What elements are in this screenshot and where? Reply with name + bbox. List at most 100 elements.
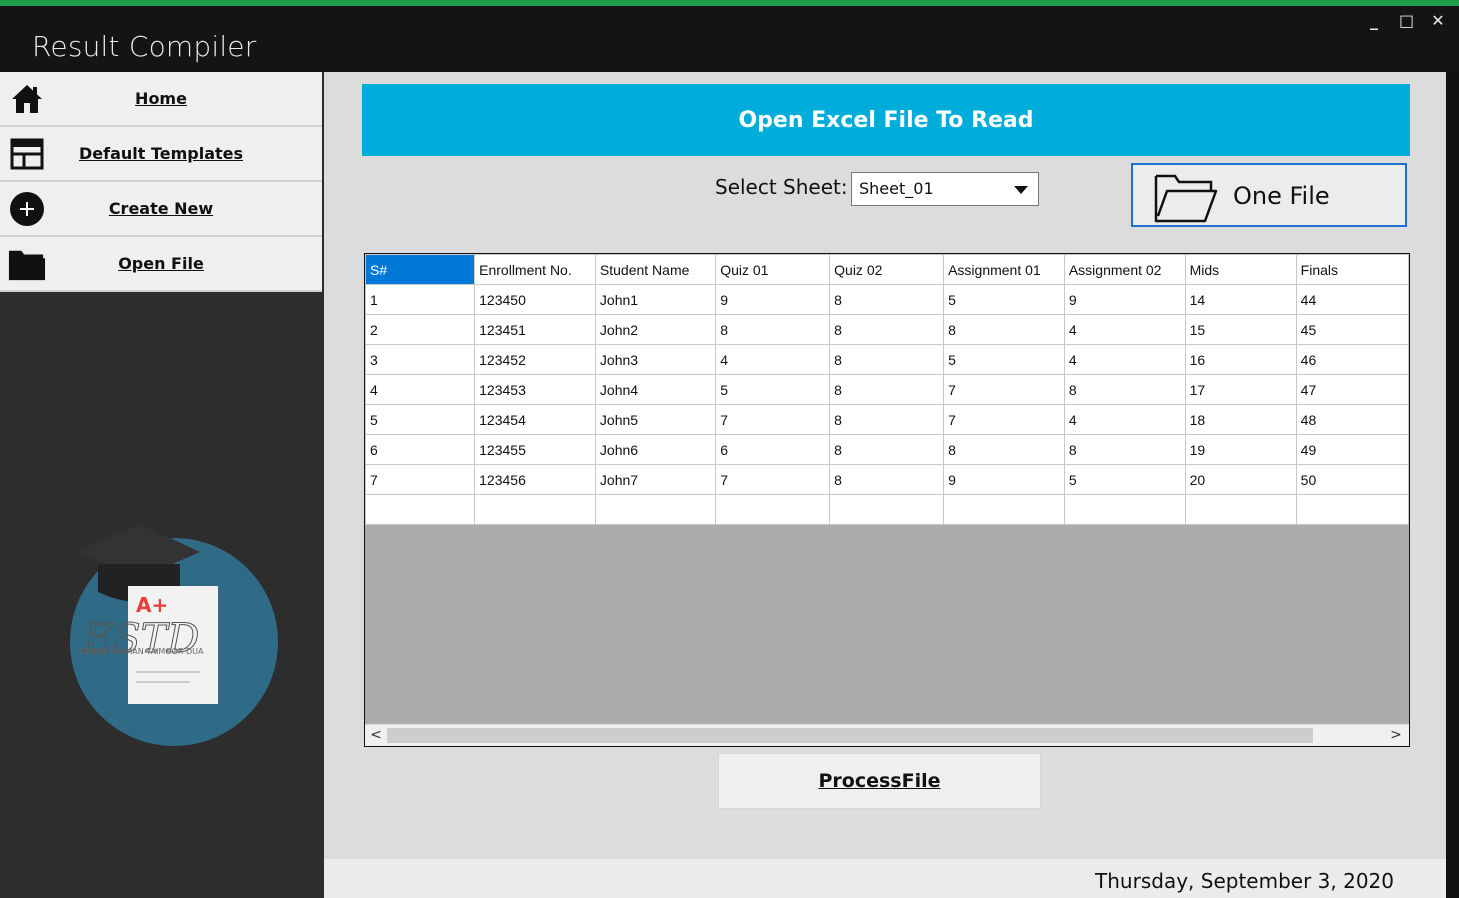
table-cell[interactable]: 17	[1184, 374, 1297, 405]
table-cell[interactable]: 7	[943, 404, 1065, 435]
table-cell[interactable]	[474, 494, 596, 525]
minimize-button[interactable]: _	[1367, 11, 1381, 30]
table-cell[interactable]: 16	[1184, 344, 1297, 375]
table-cell[interactable]	[715, 494, 831, 525]
table-cell[interactable]: 7	[943, 374, 1065, 405]
table-cell[interactable]: 50	[1295, 464, 1409, 495]
column-header[interactable]: Assignment 02	[1063, 254, 1186, 285]
table-cell[interactable]: 4	[715, 344, 831, 375]
one-file-button[interactable]: One File	[1131, 163, 1407, 227]
table-cell[interactable]: 46	[1295, 344, 1409, 375]
table-cell[interactable]: 7	[715, 464, 831, 495]
table-cell[interactable]: 9	[1063, 284, 1186, 315]
table-cell[interactable]: 9	[715, 284, 831, 315]
table-row[interactable]: 6 123455 John6 6 8 8 8 19 49	[365, 434, 1409, 465]
scroll-left-button[interactable]: <	[367, 727, 385, 744]
sidebar-item-create-new[interactable]: Create New	[0, 182, 322, 237]
table-row[interactable]: 5 123454 John5 7 8 7 4 18 48	[365, 404, 1409, 435]
table-cell[interactable]	[1184, 494, 1297, 525]
data-grid[interactable]: S# Enrollment No. Student Name Quiz 01 Q…	[364, 253, 1410, 747]
table-row[interactable]: 1 123450 John1 9 8 5 9 14 44	[365, 284, 1409, 315]
column-header[interactable]: Quiz 01	[715, 254, 831, 285]
table-cell[interactable]: 5	[943, 344, 1065, 375]
table-cell[interactable]	[365, 494, 476, 525]
new-row[interactable]	[365, 494, 1409, 525]
table-cell[interactable]: 8	[829, 404, 945, 435]
table-cell[interactable]: John7	[594, 464, 717, 495]
table-cell[interactable]: 18	[1184, 404, 1297, 435]
table-cell[interactable]: 8	[829, 374, 945, 405]
column-header[interactable]: Mids	[1184, 254, 1297, 285]
open-excel-banner-button[interactable]: Open Excel File To Read	[362, 84, 1410, 156]
table-row[interactable]: 3 123452 John3 4 8 5 4 16 46	[365, 344, 1409, 375]
table-cell[interactable]	[829, 494, 945, 525]
sheet-select-dropdown[interactable]: Sheet_01	[851, 172, 1039, 206]
table-cell[interactable]: 123452	[474, 344, 596, 375]
table-cell[interactable]: 44	[1295, 284, 1409, 315]
table-cell[interactable]: 8	[715, 314, 831, 345]
column-header[interactable]: Finals	[1295, 254, 1409, 285]
table-cell[interactable]: 123450	[474, 284, 596, 315]
table-cell[interactable]: John1	[594, 284, 717, 315]
table-cell[interactable]: 4	[1063, 344, 1186, 375]
scrollbar-thumb[interactable]	[387, 728, 1313, 743]
horizontal-scrollbar[interactable]: < >	[365, 724, 1409, 746]
table-cell[interactable]: John3	[594, 344, 717, 375]
table-cell[interactable]	[594, 494, 717, 525]
sidebar-item-home[interactable]: Home	[0, 72, 322, 127]
table-cell[interactable]: John4	[594, 374, 717, 405]
table-cell[interactable]: 123451	[474, 314, 596, 345]
table-cell[interactable]: John2	[594, 314, 717, 345]
table-cell[interactable]: 123455	[474, 434, 596, 465]
table-cell[interactable]: 48	[1295, 404, 1409, 435]
table-cell[interactable]: 5	[943, 284, 1065, 315]
table-cell[interactable]: 8	[943, 434, 1065, 465]
table-cell[interactable]: John5	[594, 404, 717, 435]
table-cell[interactable]: 4	[1063, 314, 1186, 345]
sidebar-item-open-file[interactable]: Open File	[0, 237, 322, 292]
sidebar-item-default-templates[interactable]: Default Templates	[0, 127, 322, 182]
column-header[interactable]: Quiz 02	[829, 254, 945, 285]
process-file-button[interactable]: ProcessFile	[718, 753, 1041, 809]
table-cell[interactable]: 8	[829, 344, 945, 375]
table-cell[interactable]: 123453	[474, 374, 596, 405]
table-cell[interactable]	[1295, 494, 1409, 525]
table-cell[interactable]: 8	[1063, 374, 1186, 405]
table-cell[interactable]: 45	[1295, 314, 1409, 345]
table-row[interactable]: 2 123451 John2 8 8 8 4 15 45	[365, 314, 1409, 345]
column-header[interactable]: Student Name	[594, 254, 717, 285]
table-cell[interactable]: 20	[1184, 464, 1297, 495]
column-header[interactable]: Assignment 01	[943, 254, 1065, 285]
table-cell[interactable]: 8	[1063, 434, 1186, 465]
table-cell[interactable]: 4	[1063, 404, 1186, 435]
table-cell[interactable]: 8	[829, 464, 945, 495]
table-cell[interactable]: 1	[365, 284, 476, 315]
table-cell[interactable]: 15	[1184, 314, 1297, 345]
table-cell[interactable]: 8	[943, 314, 1065, 345]
table-cell[interactable]: 7	[715, 404, 831, 435]
maximize-button[interactable]: □	[1399, 11, 1414, 30]
table-cell[interactable]: 5	[1063, 464, 1186, 495]
table-cell[interactable]: 3	[365, 344, 476, 375]
table-cell[interactable]: 19	[1184, 434, 1297, 465]
table-cell[interactable]: 6	[365, 434, 476, 465]
column-header[interactable]: S#	[365, 254, 476, 285]
table-cell[interactable]: 6	[715, 434, 831, 465]
table-cell[interactable]: 47	[1295, 374, 1409, 405]
table-cell[interactable]: 8	[829, 284, 945, 315]
table-cell[interactable]: 5	[365, 404, 476, 435]
table-cell[interactable]: 49	[1295, 434, 1409, 465]
table-cell[interactable]: 8	[829, 434, 945, 465]
table-cell[interactable]: 5	[715, 374, 831, 405]
table-cell[interactable]	[943, 494, 1065, 525]
table-cell[interactable]: 123456	[474, 464, 596, 495]
table-cell[interactable]: John6	[594, 434, 717, 465]
table-cell[interactable]	[1063, 494, 1186, 525]
table-cell[interactable]: 7	[365, 464, 476, 495]
table-cell[interactable]: 4	[365, 374, 476, 405]
table-row[interactable]: 4 123453 John4 5 8 7 8 17 47	[365, 374, 1409, 405]
table-cell[interactable]: 8	[829, 314, 945, 345]
scroll-right-button[interactable]: >	[1387, 727, 1405, 744]
table-cell[interactable]: 14	[1184, 284, 1297, 315]
table-cell[interactable]: 123454	[474, 404, 596, 435]
